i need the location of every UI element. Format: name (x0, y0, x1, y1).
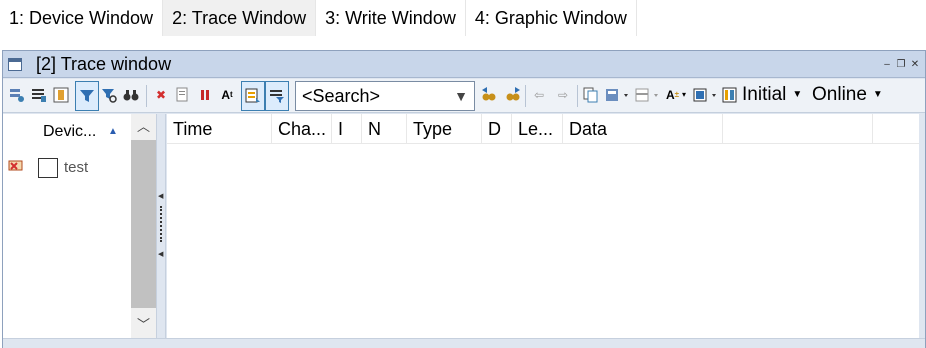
filter-settings-icon[interactable] (9, 87, 25, 103)
device-checkbox[interactable] (38, 158, 58, 178)
trace-window-title: [2] Trace window (36, 54, 172, 74)
export-dropdown-icon[interactable] (605, 87, 631, 103)
splitter-grip (160, 206, 162, 242)
device-column-header[interactable]: Devic... ▲ (3, 114, 131, 152)
trace-grid-header: Time Cha... I N Type D Le... Data (167, 114, 919, 144)
col-length[interactable]: Le... (512, 114, 563, 144)
col-n[interactable]: N (362, 114, 407, 144)
col-empty (723, 114, 873, 144)
restore-icon[interactable]: ❐ (895, 59, 907, 71)
font-size-icon[interactable]: A ± ▾ (663, 87, 689, 103)
sort-ascending-icon[interactable]: ▲ (108, 126, 118, 137)
window-icon (8, 58, 22, 71)
col-time[interactable]: Time (167, 114, 272, 144)
chevron-down-icon[interactable]: ▼ (454, 82, 468, 110)
view-filter-button[interactable] (265, 81, 289, 111)
right-edge (919, 114, 925, 338)
find-binoculars-icon[interactable] (123, 87, 139, 103)
minimize-icon[interactable]: – (881, 59, 893, 71)
scroll-up-icon[interactable]: ︿ (131, 114, 156, 138)
search-placeholder: <Search> (302, 86, 381, 106)
column-settings-icon[interactable] (53, 87, 69, 103)
trace-grid: Time Cha... I N Type D Le... Data (167, 114, 919, 338)
online-dropdown[interactable]: Online ▼ (812, 83, 883, 107)
trace-toolbar: ✖ At <Search> ▼ ⇦ ⇨ A ± ▾ Initial ▼ Onli… (3, 79, 925, 113)
clear-list-icon[interactable] (175, 87, 191, 103)
scroll-down-icon[interactable]: ﹀ (131, 314, 156, 338)
collapse-left-icon[interactable]: ◀ (158, 192, 163, 200)
device-name: test (64, 159, 89, 176)
trace-window: [2] Trace window – ❐ ✕ ✖ A t <Search> ▼ … (2, 50, 926, 348)
clear-red-x-icon[interactable]: ✖ (153, 87, 169, 103)
window-bottom-border (3, 338, 925, 348)
tab-device-window[interactable]: 1: Device Window (0, 0, 164, 36)
close-icon[interactable]: ✕ (909, 59, 921, 71)
trace-window-titlebar: [2] Trace window – ❐ ✕ (3, 51, 925, 78)
search-combo[interactable]: <Search> ▼ (295, 81, 475, 111)
initial-dropdown[interactable]: Initial ▼ (742, 83, 802, 107)
list-settings-icon[interactable] (31, 87, 47, 103)
initial-mode-icon (722, 87, 738, 103)
device-panel: Devic... ▲ test (3, 114, 131, 338)
col-data[interactable]: Data (563, 114, 723, 144)
collapse-left-icon-2[interactable]: ◀ (158, 250, 163, 258)
nav-back-icon[interactable]: ⇦ (531, 87, 547, 103)
pause-icon[interactable] (197, 87, 213, 103)
device-offline-icon (8, 158, 24, 172)
format-button[interactable] (241, 81, 265, 111)
col-i[interactable]: I (332, 114, 362, 144)
advanced-filter-icon[interactable] (101, 87, 117, 103)
autoscroll-at-icon[interactable]: At (219, 87, 235, 103)
window-tab-bar: 1: Device Window 2: Trace Window 3: Writ… (0, 0, 926, 36)
col-type[interactable]: Type (407, 114, 482, 144)
tab-trace-window[interactable]: 2: Trace Window (163, 0, 317, 36)
nav-forward-icon[interactable]: ⇨ (555, 87, 571, 103)
scroll-thumb[interactable] (131, 140, 156, 308)
find-previous-icon[interactable] (481, 87, 497, 103)
copy-icon[interactable] (583, 87, 599, 103)
device-row[interactable]: test (3, 154, 131, 182)
tab-graphic-window[interactable]: 4: Graphic Window (465, 0, 637, 36)
col-d[interactable]: D (482, 114, 512, 144)
layout-dropdown-icon[interactable] (635, 87, 661, 103)
funnel-filter-button[interactable] (75, 81, 99, 111)
panel-splitter[interactable]: ◀ ◀ (156, 114, 166, 338)
col-channel[interactable]: Cha... (272, 114, 332, 144)
tab-write-window[interactable]: 3: Write Window (316, 0, 466, 36)
color-dropdown-icon[interactable] (693, 87, 719, 103)
device-header-label: Devic... (43, 123, 97, 140)
device-scrollbar[interactable]: ︿ ﹀ (131, 114, 156, 338)
find-next-icon[interactable] (505, 87, 521, 103)
